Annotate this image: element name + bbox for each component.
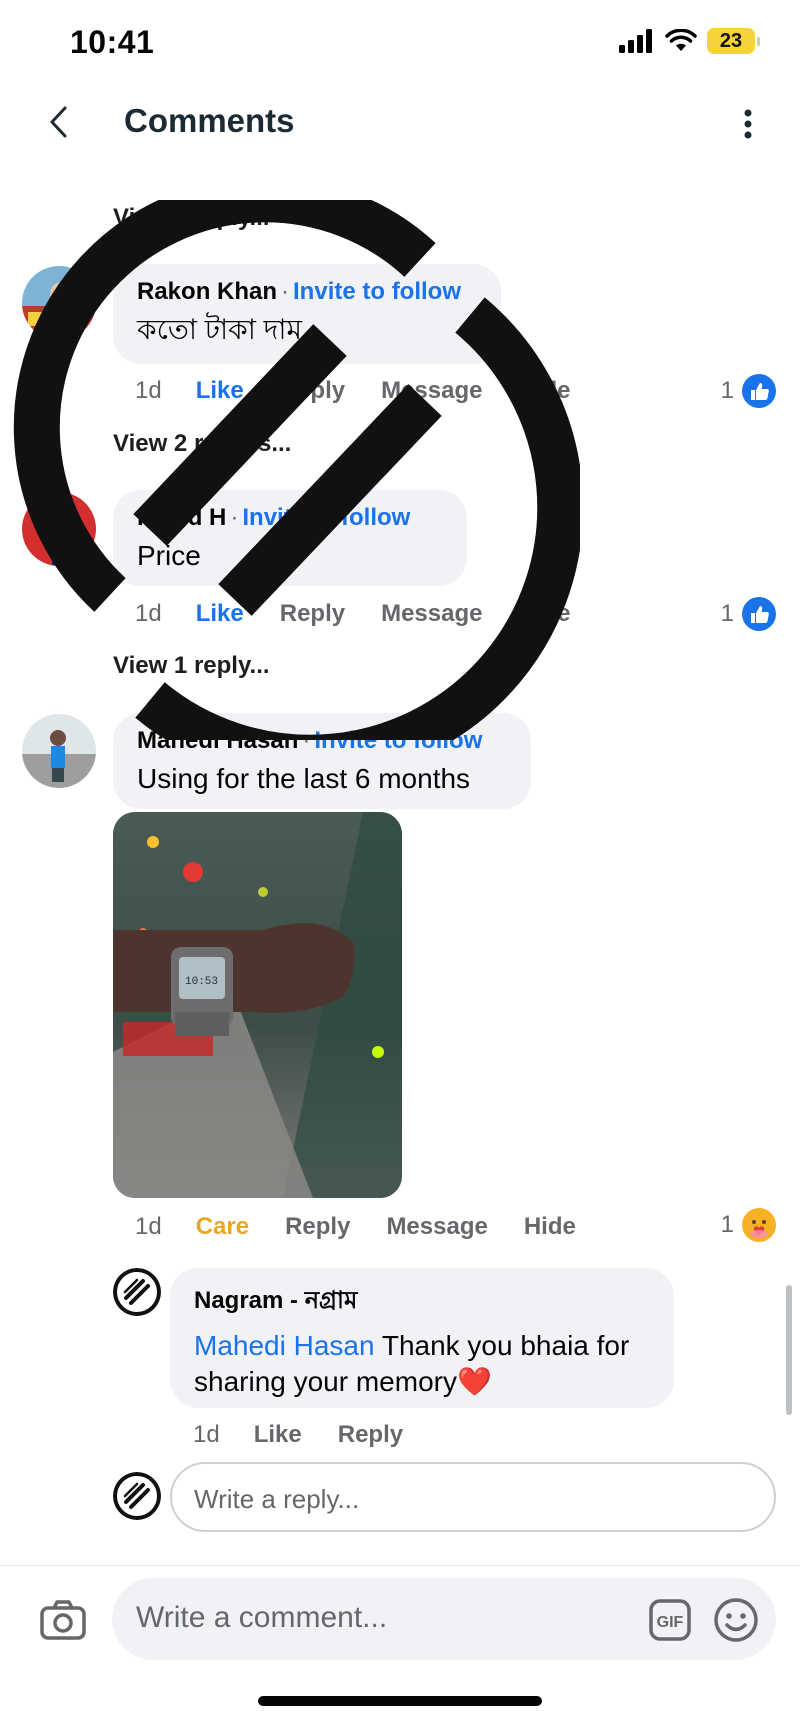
more-vertical-icon (744, 109, 752, 139)
comment-photo[interactable]: 10:53 (113, 812, 402, 1198)
comment-bubble: Mahedi Hasan · Invite to follow Using for … (113, 713, 531, 809)
message-button[interactable]: Message (386, 1213, 487, 1241)
comment-text: Using for the last 6 months (137, 763, 471, 794)
thumbs-up-icon (742, 374, 776, 408)
reply-button[interactable]: Reply (280, 377, 345, 405)
reaction-summary[interactable]: 1 (721, 597, 776, 631)
message-button[interactable]: Message (381, 377, 482, 405)
view-replies-link[interactable]: View 1 reply... (113, 204, 270, 232)
view-replies-link[interactable]: View 2 replies... (113, 430, 291, 458)
reaction-count: 1 (720, 377, 734, 404)
page-title: Comments (124, 102, 295, 139)
comment-composer: Write a comment... GIF (0, 1565, 800, 1732)
home-indicator (258, 1696, 542, 1706)
comment-author[interactable]: Rakid H (137, 504, 226, 531)
hide-button[interactable]: Hide (518, 600, 570, 628)
camera-button[interactable] (38, 1596, 88, 1646)
comment-input-placeholder: Write a comment... (136, 1601, 388, 1634)
reply-author[interactable]: Nagram - নগ্রাম (194, 1282, 650, 1322)
chevron-left-icon (50, 106, 67, 138)
thumbs-up-icon (742, 597, 776, 631)
comment-input[interactable]: Write a comment... GIF (112, 1578, 776, 1660)
avatar[interactable] (22, 266, 96, 340)
back-button[interactable] (36, 100, 80, 144)
reply-input[interactable]: Write a reply... (170, 1462, 776, 1532)
invite-to-follow-link[interactable]: Invite to follow (242, 504, 410, 531)
reaction-count: 1 (720, 1211, 734, 1238)
avatar[interactable] (22, 492, 96, 566)
more-options-button[interactable] (736, 102, 760, 146)
battery-icon: 23 (707, 28, 760, 54)
gif-button[interactable]: GIF (648, 1598, 692, 1642)
care-button[interactable]: Care (196, 1213, 249, 1241)
svg-text:10:53: 10:53 (185, 976, 218, 988)
header: Comments (0, 80, 800, 170)
avatar[interactable] (22, 714, 96, 788)
status-bar: 10:41 23 (0, 0, 800, 80)
comment-actions: 1d Like Reply Message Hide (135, 600, 607, 628)
comment-actions: 1d Like Reply Message Hide (135, 377, 607, 405)
comment-author[interactable]: Mahedi Hasan (137, 727, 298, 754)
reaction-summary[interactable]: 1 (721, 1208, 776, 1242)
comment-bubble: Rakid H · Invite to follow Price (113, 490, 467, 586)
comment-bubble: Rakon Khan · Invite to follow কতো টাকা দাম (113, 264, 501, 364)
like-button[interactable]: Like (196, 377, 244, 405)
scrollbar[interactable] (786, 1285, 792, 1415)
reply-time: 1d (193, 1421, 220, 1448)
care-reaction-icon (742, 1208, 776, 1242)
comment-actions: 1d Care Reply Message Hide (135, 1213, 612, 1241)
comment-text: Price (137, 540, 201, 571)
like-button[interactable]: Like (254, 1421, 302, 1449)
camera-icon (40, 1600, 86, 1640)
reply-button[interactable]: Reply (280, 600, 345, 628)
comment-author[interactable]: Rakon Khan (137, 278, 277, 305)
emoji-icon (714, 1598, 758, 1642)
svg-text:GIF: GIF (657, 1614, 684, 1631)
battery-level: 23 (707, 28, 755, 54)
comment-time: 1d (135, 377, 162, 404)
view-replies-link[interactable]: View 1 reply... (113, 652, 270, 680)
reaction-summary[interactable]: 1 (721, 374, 776, 408)
wifi-icon (665, 29, 697, 51)
reply-bubble: Nagram - নগ্রাম Mahedi Hasan Thank you b… (170, 1268, 674, 1408)
emoji-button[interactable] (712, 1596, 760, 1644)
mention-link[interactable]: Mahedi Hasan (194, 1330, 375, 1361)
page-avatar (113, 1472, 161, 1520)
comment-text: কতো টাকা দাম (137, 314, 302, 345)
gif-icon: GIF (649, 1599, 691, 1641)
comment-time: 1d (135, 600, 162, 627)
status-icons: 23 (619, 28, 760, 54)
hide-button[interactable]: Hide (518, 377, 570, 405)
reply-button[interactable]: Reply (338, 1421, 403, 1449)
comment-time: 1d (135, 1213, 162, 1240)
message-button[interactable]: Message (381, 600, 482, 628)
signal-icon (619, 29, 652, 53)
reaction-count: 1 (720, 600, 734, 627)
heart-emoji: ❤️ (456, 1366, 492, 1398)
reply-button[interactable]: Reply (285, 1213, 350, 1241)
like-button[interactable]: Like (196, 600, 244, 628)
invite-to-follow-link[interactable]: Invite to follow (293, 278, 461, 305)
page-avatar[interactable] (113, 1268, 161, 1316)
status-time: 10:41 (70, 24, 155, 60)
hide-button[interactable]: Hide (524, 1213, 576, 1241)
reply-actions: 1d Like Reply (193, 1421, 439, 1449)
invite-to-follow-link[interactable]: Invite to follow (314, 727, 482, 754)
